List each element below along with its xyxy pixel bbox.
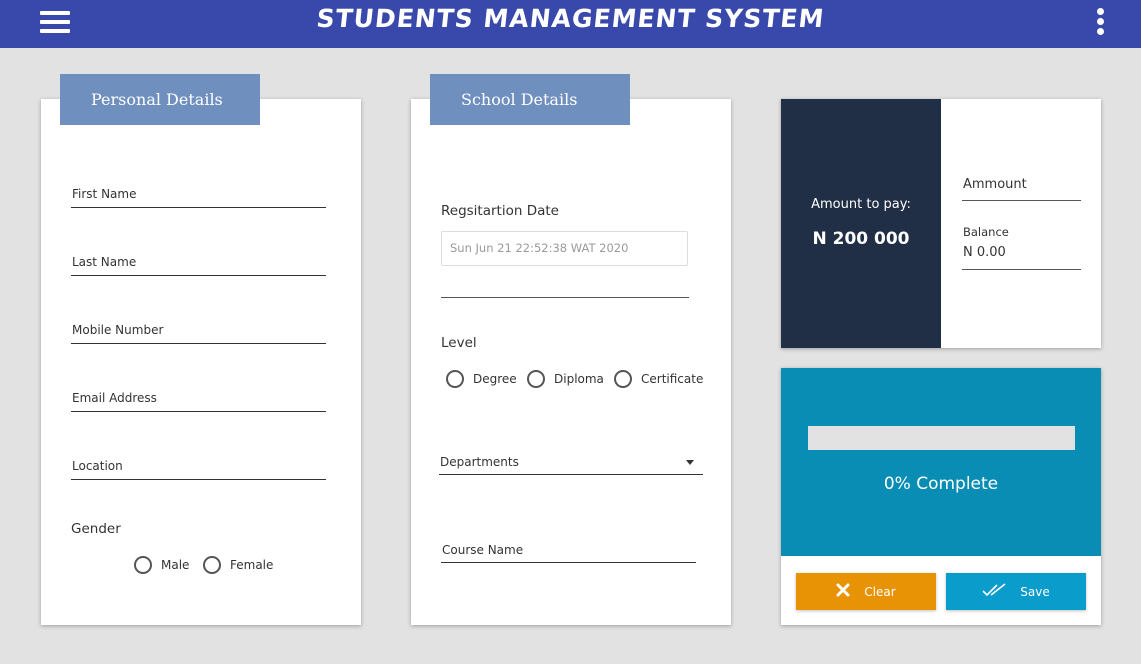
amount-to-pay-value: N 200 000 [812, 229, 910, 249]
close-icon [836, 583, 850, 600]
level-degree-radio[interactable]: Degree [446, 370, 517, 388]
payment-card: Amount to pay: N 200 000 Ammount Balance… [781, 99, 1101, 348]
level-diploma-radio[interactable]: Diploma [527, 370, 604, 388]
clear-button[interactable]: Clear [796, 573, 936, 610]
personal-details-tab: Personal Details [60, 74, 260, 125]
chevron-down-icon [686, 460, 694, 465]
level-label: Level [441, 335, 477, 351]
first-name-label: First Name [72, 187, 137, 201]
last-name-field[interactable]: Last Name [71, 252, 326, 276]
departments-select[interactable]: Departments [439, 451, 703, 475]
location-label: Location [72, 459, 123, 473]
gender-male-radio[interactable]: Male [134, 556, 189, 574]
course-name-field[interactable]: Course Name [441, 539, 696, 563]
level-diploma-label: Diploma [554, 372, 604, 386]
progress-text: 0% Complete [883, 474, 999, 494]
departments-label: Departments [440, 455, 519, 469]
mobile-number-label: Mobile Number [72, 323, 164, 337]
registration-date-display: Sun Jun 21 22:52:38 WAT 2020 [441, 231, 688, 266]
save-button[interactable]: Save [946, 573, 1086, 610]
email-address-field[interactable]: Email Address [71, 388, 326, 412]
last-name-label: Last Name [72, 255, 137, 269]
level-degree-label: Degree [473, 372, 517, 386]
gender-female-radio[interactable]: Female [203, 556, 273, 574]
amount-field-label: Ammount [963, 177, 1027, 192]
radio-circle-icon [203, 556, 221, 574]
first-name-field[interactable]: First Name [71, 184, 326, 208]
app-title: STUDENTS MANAGEMENT SYSTEM [315, 4, 826, 33]
radio-circle-icon [446, 370, 464, 388]
gender-female-label: Female [230, 558, 274, 572]
progress-panel: 0% Complete [781, 368, 1101, 556]
progress-bar [808, 426, 1075, 450]
school-details-tab: School Details [430, 74, 630, 125]
app-bar: STUDENTS MANAGEMENT SYSTEM [0, 0, 1141, 48]
radio-circle-icon [614, 370, 632, 388]
clear-button-label: Clear [864, 584, 896, 599]
mobile-number-field[interactable]: Mobile Number [71, 320, 326, 344]
gender-male-label: Male [161, 558, 190, 572]
radio-circle-icon [134, 556, 152, 574]
balance-value: N 0.00 [963, 245, 1006, 260]
registration-date-label: Regsitartion Date [441, 203, 559, 219]
school-details-card: Regsitartion Date Sun Jun 21 22:52:38 WA… [411, 99, 731, 625]
level-certificate-radio[interactable]: Certificate [614, 370, 703, 388]
amount-to-pay-label: Amount to pay: [811, 197, 911, 212]
email-address-label: Email Address [72, 391, 157, 405]
progress-card: 0% Complete Clear Save [781, 368, 1101, 625]
personal-details-card: First Name Last Name Mobile Number Email… [41, 99, 361, 625]
level-certificate-label: Certificate [641, 372, 704, 386]
more-vert-icon[interactable] [1094, 7, 1106, 37]
amount-field[interactable]: Ammount [962, 175, 1081, 201]
save-button-label: Save [1020, 584, 1050, 599]
amount-to-pay-panel: Amount to pay: N 200 000 [781, 99, 941, 348]
location-field[interactable]: Location [71, 456, 326, 480]
double-check-icon [982, 583, 1006, 600]
balance-field: Balance N 0.00 [962, 225, 1081, 270]
course-name-label: Course Name [442, 543, 524, 557]
divider [441, 297, 689, 298]
balance-label: Balance [963, 225, 1009, 239]
radio-circle-icon [527, 370, 545, 388]
gender-label: Gender [71, 521, 121, 537]
